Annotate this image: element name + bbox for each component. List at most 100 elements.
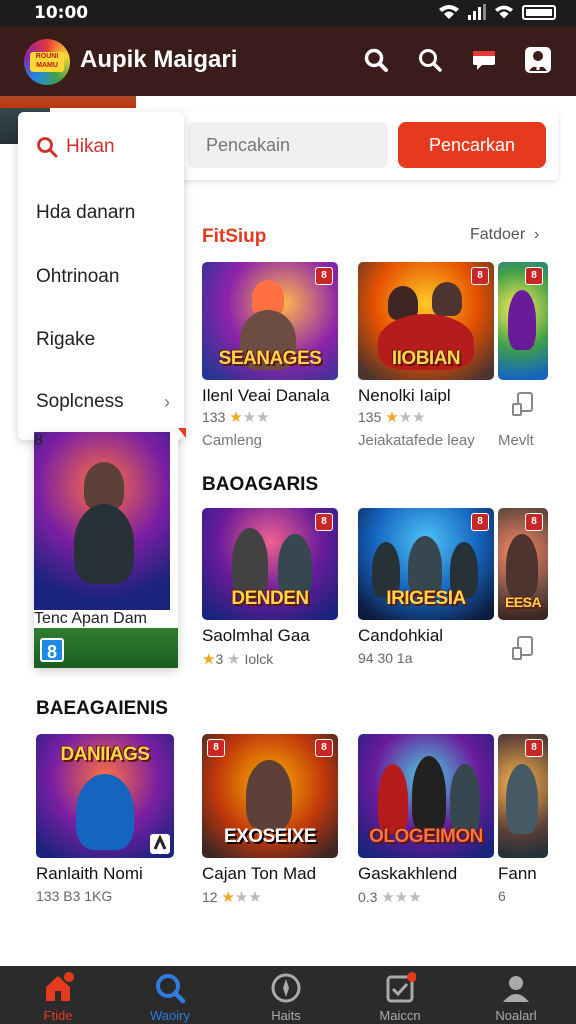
- compass-icon: [271, 973, 301, 1003]
- profile-icon: [503, 976, 529, 1002]
- status-icons: [438, 4, 556, 20]
- game-thumbnail: 8 SEANAGES: [202, 262, 338, 380]
- menu-item-5[interactable]: Soplcness ›: [18, 377, 184, 427]
- logo-text: ROUNI MAMU: [30, 52, 64, 72]
- number-badge: 8: [40, 638, 64, 662]
- menu-item-label: Ohtrinoan: [36, 266, 120, 287]
- game-title: Cajan Ton Mad: [202, 864, 317, 883]
- search-icon: [36, 136, 58, 158]
- game-thumbnail: OLOGEIMON: [358, 734, 494, 858]
- menu-item-2[interactable]: Hda danarn: [18, 188, 184, 238]
- nav-profile[interactable]: Noalarl: [466, 970, 566, 1023]
- bottom-navigation: Ftide Waoiry Haits Maiccn Noalarl: [0, 966, 576, 1024]
- nav-home[interactable]: Ftide: [8, 970, 108, 1023]
- game-title: Gaskakhlend: [358, 864, 458, 883]
- search-bar: Pencarkan: [176, 110, 558, 180]
- section-title: BAOAGARIS: [202, 474, 319, 495]
- game-meta: ★3 ★ Iolck: [202, 650, 273, 668]
- search-alt-button[interactable]: [414, 44, 446, 76]
- search-icon: [364, 48, 388, 72]
- star-icon: ★: [227, 651, 241, 668]
- nav-label: Haits: [271, 1008, 301, 1023]
- menu-item-4[interactable]: Rigake: [18, 315, 184, 365]
- star-icon: ★: [221, 889, 235, 906]
- rating-badge: 8: [525, 513, 543, 531]
- rating-badge: 8: [34, 432, 43, 449]
- section-title: FitSiup: [202, 226, 267, 247]
- game-title: Nenolki Iaipl: [358, 386, 451, 405]
- search-input[interactable]: [188, 122, 388, 168]
- platform-icon: [150, 834, 170, 854]
- rating-badge: 8: [207, 739, 225, 757]
- game-thumbnail: 8 EESA: [498, 508, 548, 620]
- star-icon: ★★: [242, 409, 270, 426]
- game-meta: 94 30 1a: [358, 650, 413, 666]
- game-logo-text: EESA: [504, 594, 542, 610]
- game-meta: 0.3 ★★★: [358, 888, 422, 906]
- rating-badge: 8: [315, 267, 333, 285]
- status-bar: 10:00: [0, 0, 576, 26]
- wifi-icon: [439, 5, 459, 19]
- placeholder-icon: [512, 392, 534, 421]
- nav-label: Maiccn: [379, 1008, 421, 1023]
- menu-item-search[interactable]: Hikan: [18, 122, 184, 172]
- messages-button[interactable]: [468, 44, 500, 76]
- game-logo-text: EXOSEIXE: [223, 826, 317, 847]
- game-title: Saolmhal Gaa: [202, 626, 310, 645]
- app-actions: [360, 44, 554, 76]
- star-icon: ★★: [234, 889, 262, 906]
- search-button[interactable]: [360, 44, 392, 76]
- game-meta: 133 B3 1KG: [36, 888, 113, 904]
- menu-item-label: Rigake: [36, 329, 96, 350]
- star-icon: ★: [385, 409, 399, 426]
- dropdown-menu: Hikan Hda danarn Ohtrinoan Rigake Soplcn…: [18, 112, 184, 440]
- menu-item-3[interactable]: Ohtrinoan: [18, 252, 184, 302]
- game-title: Tenc Apan Dam: [34, 610, 147, 627]
- clipboard-check-icon: [386, 972, 416, 1003]
- game-thumbnail: 8 IIOBIAN: [358, 262, 494, 380]
- rating-count: 133: [202, 409, 226, 425]
- search-submit-button[interactable]: Pencarkan: [398, 122, 546, 168]
- game-meta: 135 ★★★: [358, 408, 426, 426]
- game-meta: 133 ★★★: [202, 408, 270, 426]
- rating-count: 3: [215, 651, 224, 667]
- featured-game-card[interactable]: 8 8 Tenc Apan Dam 14 ★★★: [34, 432, 178, 668]
- game-thumbnail: 8 8: [34, 432, 178, 668]
- game-meta: 6: [498, 888, 506, 904]
- add-user-icon: [525, 47, 551, 73]
- status-time: 10:00: [34, 3, 89, 23]
- see-all-link[interactable]: Fatdoer ›: [470, 226, 539, 244]
- nav-search[interactable]: Waoiry: [120, 970, 220, 1023]
- nav-tasks[interactable]: Maiccn: [350, 970, 450, 1023]
- game-title: Fann: [498, 864, 537, 883]
- rating-count: 0.3: [358, 889, 378, 905]
- game-thumbnail: 8 IRIGESIA: [358, 508, 494, 620]
- add-user-button[interactable]: [522, 44, 554, 76]
- game-thumbnail: DANIIAGS: [36, 734, 174, 858]
- dropdown-pointer: [178, 428, 186, 438]
- game-logo-text: DANIIAGS: [60, 744, 150, 765]
- game-title: Ilenl Veai Danala: [202, 386, 330, 405]
- game-meta: 12 ★★★: [202, 888, 262, 906]
- app-bar: ROUNI MAMU Aupik Maigari: [0, 26, 576, 96]
- star-icon: ★★★: [381, 889, 422, 906]
- star-icon: ★: [229, 409, 243, 426]
- menu-item-label: Hda danarn: [36, 202, 136, 223]
- wifi-icon-2: [494, 5, 514, 19]
- search-icon: [419, 49, 442, 72]
- rating-count: 135: [358, 409, 382, 425]
- game-thumbnail: 8 DENDEN: [202, 508, 338, 620]
- nav-explore[interactable]: Haits: [236, 970, 336, 1023]
- nav-label: Ftide: [43, 1008, 73, 1023]
- app-logo[interactable]: ROUNI MAMU: [24, 39, 70, 85]
- rating-badge: 8: [471, 267, 489, 285]
- chevron-right-icon: ›: [529, 226, 540, 243]
- app-title: Aupik Maigari: [80, 46, 238, 73]
- rating-badge: 8: [525, 267, 543, 285]
- see-all-label: Fatdoer: [470, 226, 526, 243]
- search-icon: [156, 974, 186, 1004]
- home-icon: [46, 972, 74, 1001]
- star-icon: ★★: [398, 409, 426, 426]
- nav-label: Noalarl: [495, 1008, 537, 1023]
- game-logo-text: SEANAGES: [218, 348, 322, 369]
